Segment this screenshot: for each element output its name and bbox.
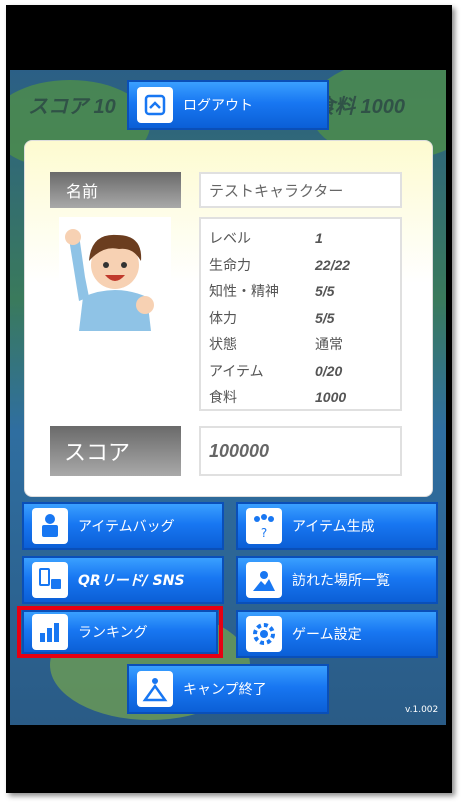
version-text: v.1.002 bbox=[405, 705, 439, 715]
stat-value: 1 bbox=[315, 230, 323, 247]
stat-value: 5/5 bbox=[315, 309, 335, 326]
camp-end-label: キャンプ終了 bbox=[183, 682, 267, 698]
bag-icon bbox=[32, 508, 68, 544]
ranking-highlight-frame bbox=[17, 606, 223, 658]
stat-key: アイテム bbox=[209, 363, 264, 380]
stat-value: 5/5 bbox=[315, 283, 335, 300]
stat-key: 食料 bbox=[209, 390, 237, 407]
svg-text:?: ? bbox=[261, 526, 267, 539]
item-bag-label: アイテムバッグ bbox=[78, 519, 175, 535]
score-label: スコア bbox=[50, 426, 181, 476]
stats-box: レベル 1 生命力 22/22 知性・精神 5/5 体力 5/5 状態 通常 ア… bbox=[199, 217, 402, 411]
visited-places-button[interactable]: 訪れた場所一覧 bbox=[236, 556, 438, 604]
logout-label: ログアウト bbox=[183, 98, 253, 114]
stat-key: レベル bbox=[209, 231, 251, 248]
mountain-sun-icon bbox=[246, 562, 282, 598]
name-label: 名前 bbox=[50, 172, 181, 208]
stat-row-items: アイテム 0/20 bbox=[209, 358, 400, 385]
stat-row-hp: 生命力 22/22 bbox=[209, 252, 400, 279]
stat-key: 知性・精神 bbox=[209, 284, 279, 301]
logout-button[interactable]: ログアウト bbox=[127, 80, 329, 130]
stat-row-mind: 知性・精神 5/5 bbox=[209, 278, 400, 305]
game-settings-button[interactable]: ゲーム設定 bbox=[236, 610, 438, 658]
name-field: テストキャラクター bbox=[199, 172, 402, 208]
item-create-icon: ? bbox=[246, 508, 282, 544]
stat-row-stamina: 体力 5/5 bbox=[209, 305, 400, 332]
game-settings-label: ゲーム設定 bbox=[292, 627, 362, 643]
item-create-label: アイテム生成 bbox=[292, 519, 375, 535]
stat-key: 状態 bbox=[209, 337, 237, 354]
qr-sns-label: QRリード/ SNS bbox=[78, 573, 185, 589]
qr-phone-icon bbox=[32, 562, 68, 598]
stat-row-level: レベル 1 bbox=[209, 225, 400, 252]
stat-row-status: 状態 通常 bbox=[209, 331, 400, 358]
avatar bbox=[59, 217, 171, 331]
bg-score-text: スコア 10 bbox=[28, 96, 116, 118]
stat-key: 体力 bbox=[209, 310, 237, 327]
stat-key: 生命力 bbox=[209, 257, 251, 274]
visited-places-label: 訪れた場所一覧 bbox=[292, 573, 390, 589]
qr-sns-button[interactable]: QRリード/ SNS bbox=[22, 556, 224, 604]
logout-icon bbox=[137, 87, 173, 123]
stat-value: 22/22 bbox=[315, 256, 351, 273]
stat-value: 0/20 bbox=[315, 362, 343, 379]
gear-icon bbox=[246, 616, 282, 652]
stat-row-food: 食料 1000 bbox=[209, 384, 400, 411]
camp-end-button[interactable]: キャンプ終了 bbox=[127, 664, 329, 714]
stat-value: 通常 bbox=[315, 336, 343, 353]
item-bag-button[interactable]: アイテムバッグ bbox=[22, 502, 224, 550]
item-create-button[interactable]: ? アイテム生成 bbox=[236, 502, 438, 550]
score-field: 100000 bbox=[199, 426, 402, 476]
camp-tent-icon bbox=[137, 671, 173, 707]
stat-value: 1000 bbox=[315, 389, 347, 406]
